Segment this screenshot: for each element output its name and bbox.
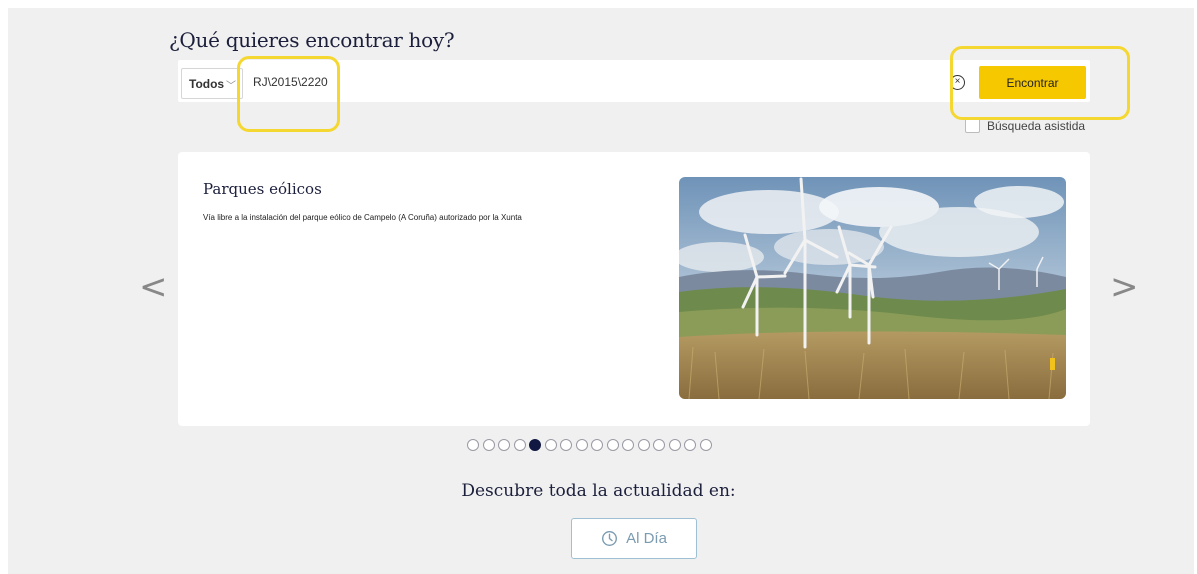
carousel-dot[interactable]	[544, 439, 557, 451]
carousel-next-icon[interactable]: >	[1110, 270, 1139, 304]
carousel-dot[interactable]	[482, 439, 495, 451]
carousel-dot[interactable]	[513, 439, 526, 451]
carousel-pagination	[467, 439, 715, 451]
assisted-search-checkbox[interactable]	[965, 118, 980, 133]
scope-select[interactable]: Todos ﹀	[181, 68, 243, 99]
highlight-box-query	[237, 56, 340, 132]
page-title: ¿Qué quieres encontrar hoy?	[169, 28, 455, 52]
carousel-dot[interactable]	[637, 439, 650, 451]
carousel-dot[interactable]	[653, 439, 665, 451]
carousel-dot[interactable]	[622, 439, 634, 451]
assisted-search-option[interactable]: Búsqueda asistida	[965, 118, 1085, 133]
carousel-dot[interactable]	[699, 439, 712, 451]
news-title[interactable]: Parques eólicos	[203, 180, 322, 198]
carousel-dot[interactable]	[529, 439, 541, 451]
news-description: Vía libre a la instalación del parque eó…	[203, 213, 522, 222]
carousel-dot[interactable]	[560, 439, 572, 451]
carousel-dot[interactable]	[606, 439, 619, 451]
wind-farm-image	[679, 177, 1066, 399]
al-dia-label: Al Día	[626, 530, 667, 547]
carousel-dot[interactable]	[467, 439, 479, 451]
carousel-prev-icon[interactable]: <	[139, 270, 168, 304]
assisted-search-label: Búsqueda asistida	[987, 118, 1086, 133]
highlight-box-find	[950, 46, 1130, 120]
carousel-dot[interactable]	[668, 439, 681, 451]
carousel-dot[interactable]	[575, 439, 588, 451]
chevron-down-icon: ﹀	[226, 81, 236, 92]
carousel-dot[interactable]	[591, 439, 603, 451]
al-dia-button[interactable]: Al Día	[571, 518, 697, 559]
scope-select-label: Todos	[189, 77, 225, 91]
discover-heading: Descubre toda la actualidad en:	[461, 481, 736, 501]
carousel-dot[interactable]	[498, 439, 510, 451]
clock-icon	[602, 531, 618, 546]
carousel-dot[interactable]	[684, 439, 696, 451]
